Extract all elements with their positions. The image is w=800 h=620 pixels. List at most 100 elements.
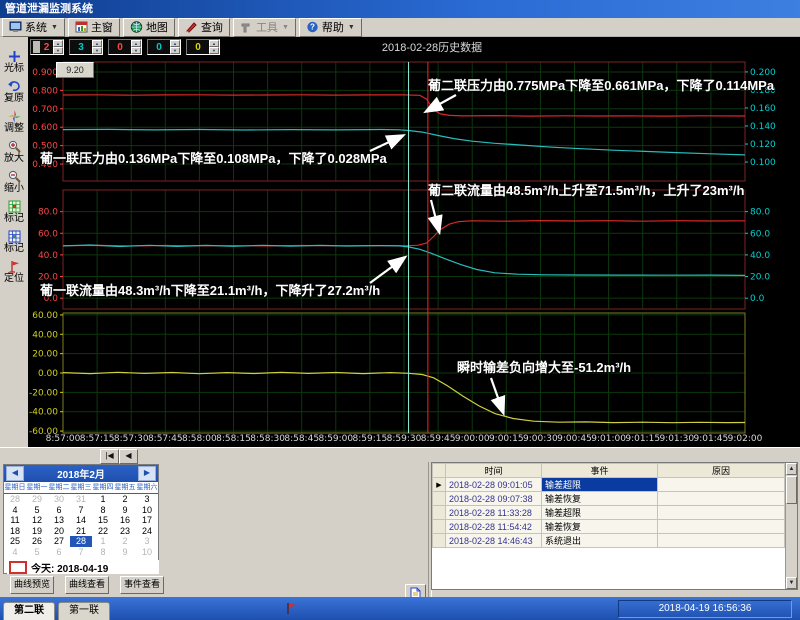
curve-spinner-5[interactable]: 0▲▼ bbox=[186, 39, 220, 55]
menu-query-button[interactable]: 查询 bbox=[178, 18, 230, 37]
calendar-day[interactable]: 8 bbox=[92, 505, 114, 516]
menu-system-button[interactable]: 系统▼ bbox=[2, 18, 65, 37]
tool-zoom-in[interactable]: 放大 bbox=[0, 139, 28, 165]
calendar-day[interactable]: 22 bbox=[92, 526, 114, 537]
tool-locate[interactable]: 定位 bbox=[0, 259, 28, 285]
calendar-day[interactable]: 9 bbox=[114, 505, 136, 516]
calendar-day[interactable]: 28 bbox=[70, 536, 92, 547]
event-time-cell[interactable]: 2018-02-28 09:01:05 bbox=[446, 478, 542, 492]
calendar-day[interactable]: 17 bbox=[136, 515, 158, 526]
calendar-day[interactable]: 1 bbox=[92, 494, 114, 505]
calendar-day[interactable]: 4 bbox=[4, 505, 26, 516]
calendar-day[interactable]: 4 bbox=[4, 547, 26, 558]
event-reason-cell[interactable] bbox=[658, 534, 785, 548]
event-row[interactable]: 2018-02-28 11:54:42输差恢复 bbox=[433, 520, 785, 534]
calendar-day[interactable]: 30 bbox=[48, 494, 70, 505]
scroll-up-icon[interactable]: ▲ bbox=[786, 463, 797, 475]
spinner-arrows[interactable]: ▲▼ bbox=[131, 40, 141, 54]
event-row[interactable]: 2018-02-28 09:07:38输差恢复 bbox=[433, 492, 785, 506]
calendar-day[interactable]: 2 bbox=[114, 494, 136, 505]
event-time-cell[interactable]: 2018-02-28 14:46:43 bbox=[446, 534, 542, 548]
calendar-day[interactable]: 5 bbox=[26, 505, 48, 516]
event-column-header[interactable]: 事件 bbox=[542, 464, 658, 478]
event-reason-cell[interactable] bbox=[658, 520, 785, 534]
calendar-day[interactable]: 21 bbox=[70, 526, 92, 537]
calendar-day[interactable]: 5 bbox=[26, 547, 48, 558]
tool-adjust[interactable]: 调整 bbox=[0, 109, 28, 135]
calendar-day[interactable]: 20 bbox=[48, 526, 70, 537]
event-time-cell[interactable]: 2018-02-28 11:33:28 bbox=[446, 506, 542, 520]
calendar-day[interactable]: 27 bbox=[48, 536, 70, 547]
event-name-cell[interactable]: 系统退出 bbox=[542, 534, 658, 548]
calendar-day[interactable]: 7 bbox=[70, 505, 92, 516]
spinner-arrows[interactable]: ▲▼ bbox=[209, 40, 219, 54]
calendar-day[interactable]: 28 bbox=[4, 494, 26, 505]
curve-view-button[interactable]: 曲线查看 bbox=[65, 576, 109, 594]
calendar-day[interactable]: 6 bbox=[48, 547, 70, 558]
event-reason-cell[interactable] bbox=[658, 492, 785, 506]
event-column-header[interactable]: 原因 bbox=[658, 464, 785, 478]
event-name-cell[interactable]: 输差超限 bbox=[542, 506, 658, 520]
calendar-day[interactable]: 3 bbox=[136, 494, 158, 505]
curve-preview-button[interactable]: 曲线预览 bbox=[10, 576, 54, 594]
curve-spinner-1[interactable]: 2▲▼ bbox=[30, 39, 64, 55]
calendar-day[interactable]: 14 bbox=[70, 515, 92, 526]
calendar-day[interactable]: 25 bbox=[4, 536, 26, 547]
spinner-arrows[interactable]: ▲▼ bbox=[92, 40, 102, 54]
calendar-day[interactable]: 7 bbox=[70, 547, 92, 558]
menu-map-button[interactable]: 地图 bbox=[123, 18, 175, 37]
event-name-cell[interactable]: 输差超限 bbox=[542, 478, 658, 492]
event-name-cell[interactable]: 输差恢复 bbox=[542, 492, 658, 506]
event-column-header[interactable]: 时间 bbox=[446, 464, 542, 478]
nav-prev-button[interactable]: ◀ bbox=[119, 449, 138, 464]
spinner-arrows[interactable]: ▲▼ bbox=[170, 40, 180, 54]
calendar-day[interactable]: 18 bbox=[4, 526, 26, 537]
calendar-day[interactable]: 3 bbox=[136, 536, 158, 547]
event-row[interactable]: ▶2018-02-28 09:01:05输差超限 bbox=[433, 478, 785, 492]
event-view-button[interactable]: 事件查看 bbox=[120, 576, 164, 594]
curve-spinner-3[interactable]: 0▲▼ bbox=[108, 39, 142, 55]
event-row[interactable]: 2018-02-28 11:33:28输差超限 bbox=[433, 506, 785, 520]
tool-restore[interactable]: 复原 bbox=[0, 79, 28, 105]
spinner-arrows[interactable]: ▲▼ bbox=[53, 40, 63, 54]
tool-mark-1[interactable]: 标记 bbox=[0, 199, 28, 225]
scroll-thumb[interactable] bbox=[786, 476, 797, 504]
calendar-day[interactable]: 10 bbox=[136, 505, 158, 516]
calendar-prev-button[interactable]: ◀ bbox=[6, 466, 24, 481]
curve-spinner-4[interactable]: 0▲▼ bbox=[147, 39, 181, 55]
calendar-day[interactable]: 29 bbox=[26, 494, 48, 505]
menu-tools-button[interactable]: 工具▼ bbox=[233, 18, 296, 37]
calendar-day[interactable]: 2 bbox=[114, 536, 136, 547]
calendar-day[interactable]: 26 bbox=[26, 536, 48, 547]
calendar-day[interactable]: 31 bbox=[70, 494, 92, 505]
calendar-day[interactable]: 13 bbox=[48, 515, 70, 526]
scroll-down-icon[interactable]: ▼ bbox=[786, 577, 797, 589]
event-time-cell[interactable]: 2018-02-28 09:07:38 bbox=[446, 492, 542, 506]
tool-zoom-out[interactable]: 缩小 bbox=[0, 169, 28, 195]
calendar-day[interactable]: 1 bbox=[92, 536, 114, 547]
tool-cursor[interactable]: 光标 bbox=[0, 49, 28, 75]
event-time-cell[interactable]: 2018-02-28 11:54:42 bbox=[446, 520, 542, 534]
event-scrollbar[interactable]: ▲ ▼ bbox=[785, 463, 797, 589]
event-table[interactable]: 时间事件原因▶2018-02-28 09:01:05输差超限2018-02-28… bbox=[432, 463, 785, 548]
station-tab-pu1[interactable]: 第一联 bbox=[58, 602, 110, 620]
calendar-day[interactable]: 24 bbox=[136, 526, 158, 537]
menu-main-window-button[interactable]: 主窗 bbox=[68, 18, 120, 37]
curve-spinner-2[interactable]: 3▲▼ bbox=[69, 39, 103, 55]
calendar-day[interactable]: 19 bbox=[26, 526, 48, 537]
calendar-day[interactable]: 9 bbox=[114, 547, 136, 558]
station-tab-pu2[interactable]: 第二联 bbox=[3, 602, 55, 620]
calendar-day[interactable]: 8 bbox=[92, 547, 114, 558]
calendar-day[interactable]: 16 bbox=[114, 515, 136, 526]
calendar-day[interactable]: 12 bbox=[26, 515, 48, 526]
menu-help-button[interactable]: ? 帮助▼ bbox=[299, 18, 362, 37]
event-reason-cell[interactable] bbox=[658, 478, 785, 492]
event-name-cell[interactable]: 输差恢复 bbox=[542, 520, 658, 534]
event-reason-cell[interactable] bbox=[658, 506, 785, 520]
tool-mark-2[interactable]: 标记 bbox=[0, 229, 28, 255]
nav-first-button[interactable]: |◀ bbox=[100, 449, 119, 464]
calendar-day[interactable]: 10 bbox=[136, 547, 158, 558]
event-row[interactable]: 2018-02-28 14:46:43系统退出 bbox=[433, 534, 785, 548]
calendar-next-button[interactable]: ▶ bbox=[138, 466, 156, 481]
calendar-day[interactable]: 23 bbox=[114, 526, 136, 537]
